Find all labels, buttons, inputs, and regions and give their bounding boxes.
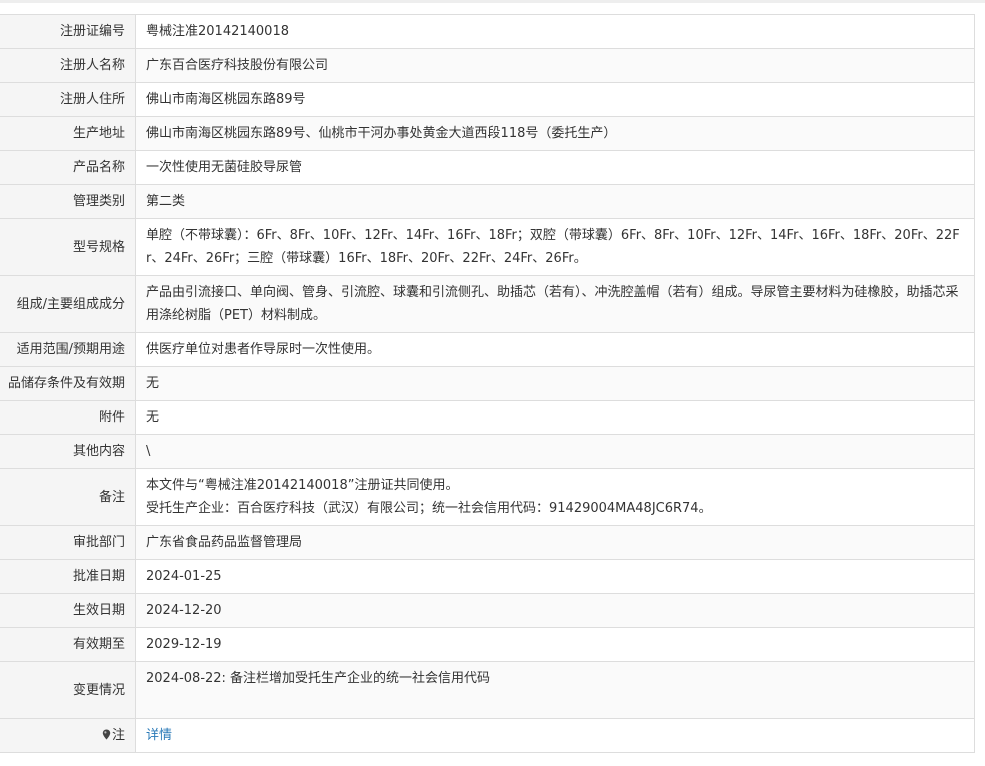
row-other-content: 其他内容 \ <box>0 434 975 469</box>
row-label: 注册人住所 <box>0 82 136 117</box>
row-label: 附件 <box>0 400 136 435</box>
row-label: 品储存条件及有效期 <box>0 366 136 401</box>
storage-validity-value: 无 <box>135 366 975 401</box>
row-storage-validity: 品储存条件及有效期 无 <box>0 366 975 401</box>
row-label: 变更情况 <box>0 661 136 719</box>
row-label: 备注 <box>0 468 136 526</box>
row-label: 适用范围/预期用途 <box>0 332 136 367</box>
details-link[interactable]: 详情 <box>146 728 172 743</box>
row-label: 注册证编号 <box>0 14 136 49</box>
row-model-spec: 型号规格 单腔（不带球囊）：6Fr、8Fr、10Fr、12Fr、14Fr、16F… <box>0 218 975 276</box>
row-registration-number: 注册证编号 粤械注准20142140018 <box>0 14 975 49</box>
row-label: 有效期至 <box>0 627 136 662</box>
top-divider <box>0 0 985 3</box>
model-spec-value: 单腔（不带球囊）：6Fr、8Fr、10Fr、12Fr、14Fr、16Fr、18F… <box>135 218 975 276</box>
row-label: 型号规格 <box>0 218 136 276</box>
row-approval-date: 批准日期 2024-01-25 <box>0 559 975 594</box>
production-address-value: 佛山市南海区桃园东路89号、仙桃市干河办事处黄金大道西段118号（委托生产） <box>135 116 975 151</box>
attachment-value: 无 <box>135 400 975 435</box>
management-category-value: 第二类 <box>135 184 975 219</box>
row-label: 注 <box>0 718 136 753</box>
row-remarks: 备注 本文件与“粤械注准20142140018”注册证共同使用。 受托生产企业：… <box>0 468 975 526</box>
approval-department-value: 广东省食品药品监督管理局 <box>135 525 975 560</box>
row-production-address: 生产地址 佛山市南海区桃园东路89号、仙桃市干河办事处黄金大道西段118号（委托… <box>0 116 975 151</box>
composition-value: 产品由引流接口、单向阀、管身、引流腔、球囊和引流侧孔、助插芯（若有）、冲洗腔盖帽… <box>135 275 975 333</box>
product-name-value: 一次性使用无菌硅胶导尿管 <box>135 150 975 185</box>
note-value: 详情 <box>135 718 975 753</box>
row-label: 管理类别 <box>0 184 136 219</box>
valid-until-value: 2029-12-19 <box>135 627 975 662</box>
note-label: 注 <box>111 728 125 743</box>
intended-use-value: 供医疗单位对患者作导尿时一次性使用。 <box>135 332 975 367</box>
row-label: 审批部门 <box>0 525 136 560</box>
row-registrant-name: 注册人名称 广东百合医疗科技股份有限公司 <box>0 48 975 83</box>
other-content-value: \ <box>135 434 975 469</box>
row-label: 生产地址 <box>0 116 136 151</box>
row-label: 产品名称 <box>0 150 136 185</box>
remarks-value: 本文件与“粤械注准20142140018”注册证共同使用。 受托生产企业：百合医… <box>135 468 975 526</box>
row-composition: 组成/主要组成成分 产品由引流接口、单向阀、管身、引流腔、球囊和引流侧孔、助插芯… <box>0 275 975 333</box>
pin-icon <box>102 729 111 740</box>
row-label: 注册人名称 <box>0 48 136 83</box>
row-changes: 变更情况 2024-08-22: 备注栏增加受托生产企业的统一社会信用代码 <box>0 661 975 719</box>
row-note: 注 详情 <box>0 718 975 753</box>
approval-date-value: 2024-01-25 <box>135 559 975 594</box>
row-registrant-address: 注册人住所 佛山市南海区桃园东路89号 <box>0 82 975 117</box>
row-product-name: 产品名称 一次性使用无菌硅胶导尿管 <box>0 150 975 185</box>
remarks-line: 受托生产企业：百合医疗科技（武汉）有限公司；统一社会信用代码：91429004M… <box>146 501 712 516</box>
row-approval-department: 审批部门 广东省食品药品监督管理局 <box>0 525 975 560</box>
registrant-name-value: 广东百合医疗科技股份有限公司 <box>135 48 975 83</box>
registration-detail-table: 注册证编号 粤械注准20142140018 注册人名称 广东百合医疗科技股份有限… <box>0 14 975 753</box>
changes-value: 2024-08-22: 备注栏增加受托生产企业的统一社会信用代码 <box>135 661 975 719</box>
row-label: 组成/主要组成成分 <box>0 275 136 333</box>
row-label: 生效日期 <box>0 593 136 628</box>
row-management-category: 管理类别 第二类 <box>0 184 975 219</box>
row-intended-use: 适用范围/预期用途 供医疗单位对患者作导尿时一次性使用。 <box>0 332 975 367</box>
remarks-line: 本文件与“粤械注准20142140018”注册证共同使用。 <box>146 478 459 493</box>
registration-number-value: 粤械注准20142140018 <box>135 14 975 49</box>
row-label: 批准日期 <box>0 559 136 594</box>
row-attachment: 附件 无 <box>0 400 975 435</box>
row-label: 其他内容 <box>0 434 136 469</box>
row-effective-date: 生效日期 2024-12-20 <box>0 593 975 628</box>
row-valid-until: 有效期至 2029-12-19 <box>0 627 975 662</box>
effective-date-value: 2024-12-20 <box>135 593 975 628</box>
registrant-address-value: 佛山市南海区桃园东路89号 <box>135 82 975 117</box>
